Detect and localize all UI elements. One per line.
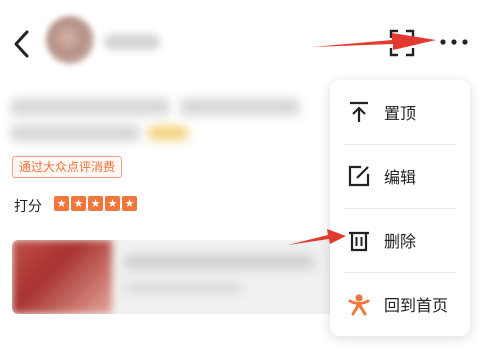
annotation-arrow bbox=[288, 33, 436, 245]
